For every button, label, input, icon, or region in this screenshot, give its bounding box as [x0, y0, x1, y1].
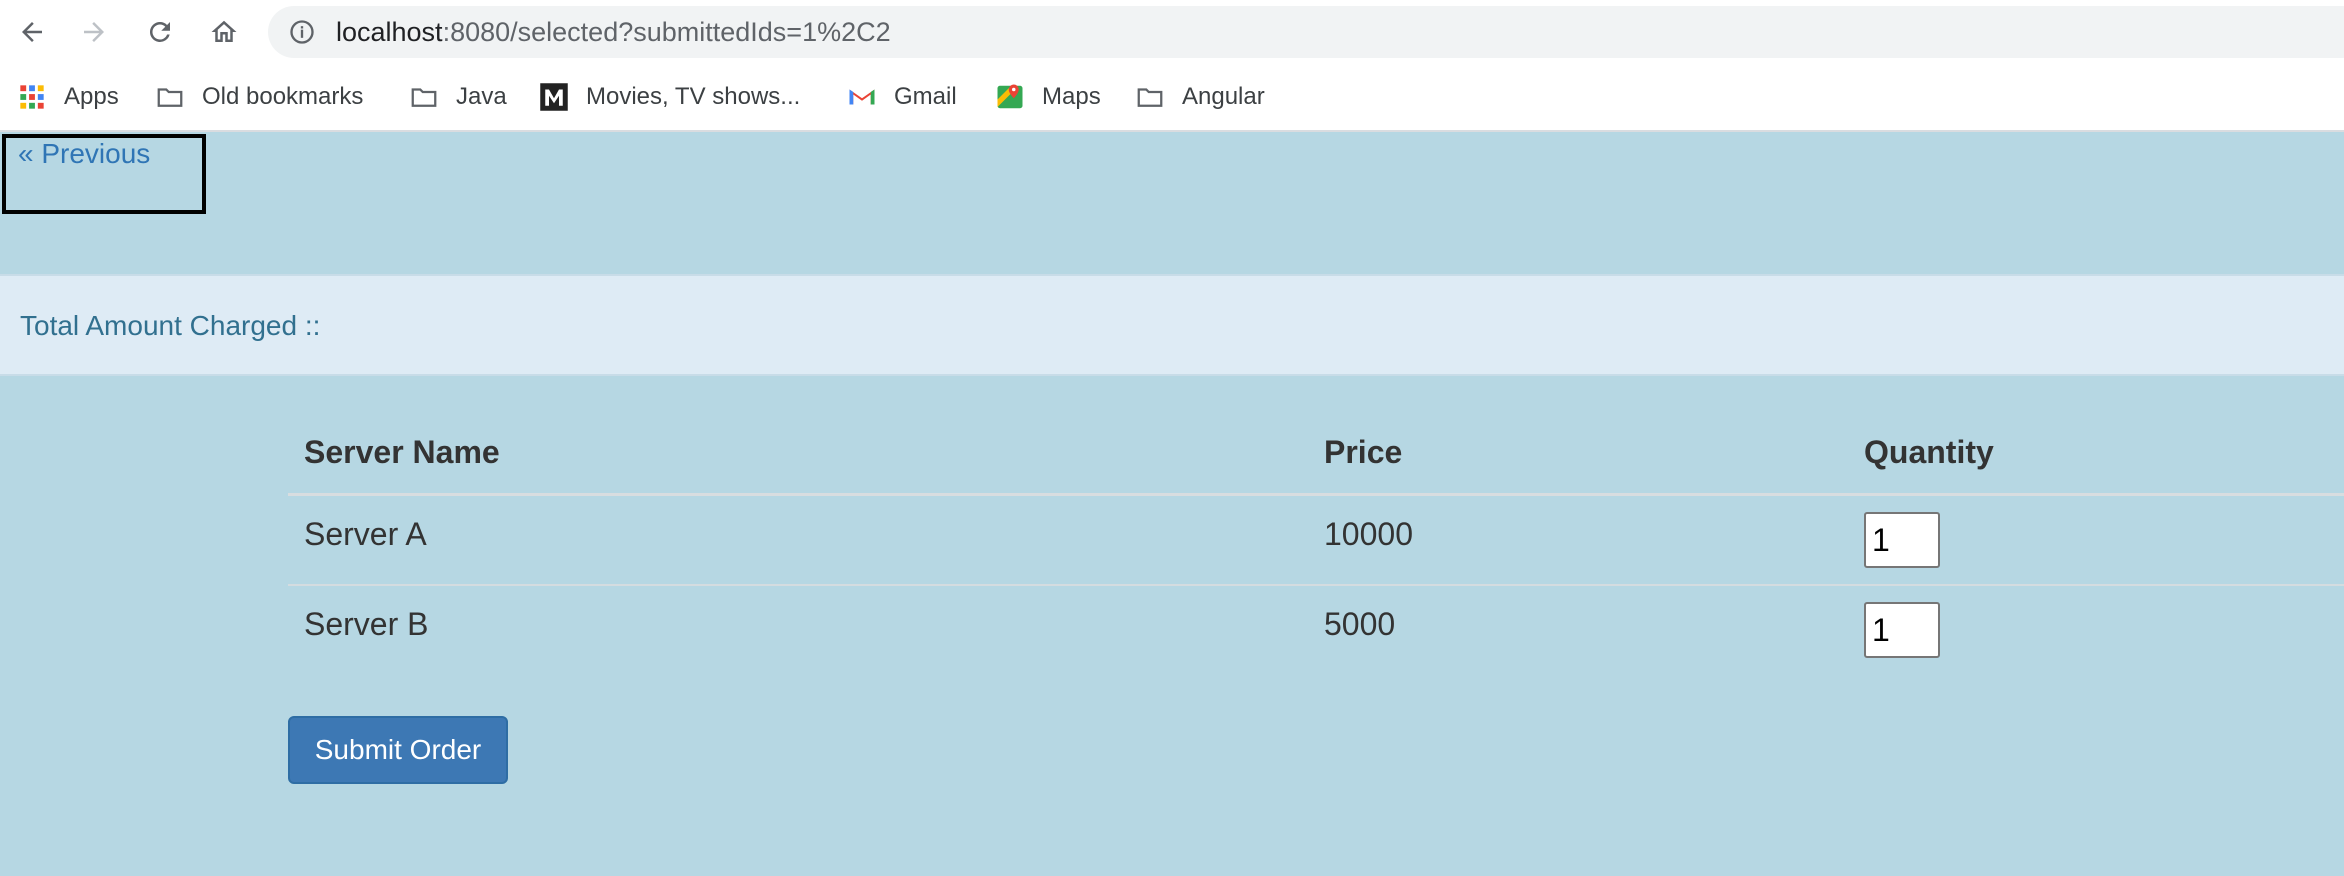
total-amount-bar: Total Amount Charged ::: [0, 274, 2344, 376]
header-quantity: Quantity: [1864, 434, 1994, 470]
bookmark-gmail[interactable]: Gmail: [846, 64, 957, 130]
home-button[interactable]: [204, 12, 244, 52]
bookmark-apps[interactable]: Apps: [16, 64, 119, 130]
previous-link[interactable]: « Previous: [18, 138, 150, 170]
header-price: Price: [1324, 434, 1403, 470]
bookmark-java[interactable]: Java: [408, 64, 507, 130]
page-content: « Previous Total Amount Charged :: Serve…: [0, 132, 2344, 876]
bookmark-label: Java: [456, 83, 507, 110]
price-cell: 5000: [1324, 606, 1396, 642]
bookmark-label: Gmail: [894, 83, 957, 110]
total-amount-label: Total Amount Charged ::: [20, 310, 321, 341]
url-text: localhost:8080/selected?submittedIds=1%2…: [336, 6, 891, 58]
reload-button[interactable]: [140, 12, 180, 52]
gmail-icon: [846, 81, 878, 113]
bookmark-label: Angular: [1182, 83, 1265, 110]
reload-icon: [149, 21, 170, 42]
bookmark-label: Apps: [64, 83, 119, 110]
maps-icon: [994, 81, 1026, 113]
submit-order-button[interactable]: Submit Order: [288, 716, 508, 784]
url-host: localhost: [336, 17, 443, 47]
back-arrow-icon: [22, 22, 42, 42]
info-icon[interactable]: [288, 18, 316, 46]
bookmark-label: Old bookmarks: [202, 83, 364, 110]
quantity-input[interactable]: [1864, 602, 1940, 658]
table-header-row: Server Name Price Quantity: [288, 422, 2344, 496]
url-path: :8080/selected?submittedIds=1%2C2: [442, 17, 891, 47]
bookmark-old-bookmarks[interactable]: Old bookmarks: [154, 64, 363, 130]
bookmark-angular[interactable]: Angular: [1134, 64, 1265, 130]
folder-icon: [408, 81, 440, 113]
bookmark-maps[interactable]: Maps: [994, 64, 1101, 130]
table-row: Server A 10000: [288, 496, 2344, 586]
bookmarks-bar: Apps Old bookmarks Java Movies, TV shows…: [0, 64, 2344, 132]
quantity-input[interactable]: [1864, 512, 1940, 568]
apps-grid-icon: [16, 81, 48, 113]
folder-icon: [154, 81, 186, 113]
forward-arrow-icon: [84, 22, 104, 42]
bookmark-label: Movies, TV shows...: [586, 83, 801, 110]
home-icon: [211, 20, 237, 42]
bookmark-label: Maps: [1042, 83, 1101, 110]
m-logo-icon: [538, 81, 570, 113]
address-bar[interactable]: localhost:8080/selected?submittedIds=1%2…: [268, 6, 2344, 58]
forward-button[interactable]: [74, 12, 114, 52]
table-row: Server B 5000: [288, 586, 2344, 676]
servers-table: Server Name Price Quantity Server A 1000…: [288, 422, 2344, 676]
server-name-cell: Server B: [304, 606, 429, 642]
price-cell: 10000: [1324, 516, 1413, 552]
header-server-name: Server Name: [304, 434, 500, 470]
folder-icon: [1134, 81, 1166, 113]
bookmark-movies[interactable]: Movies, TV shows...: [538, 64, 800, 130]
back-button[interactable]: [12, 12, 52, 52]
browser-toolbar: localhost:8080/selected?submittedIds=1%2…: [0, 0, 2344, 64]
server-name-cell: Server A: [304, 516, 427, 552]
